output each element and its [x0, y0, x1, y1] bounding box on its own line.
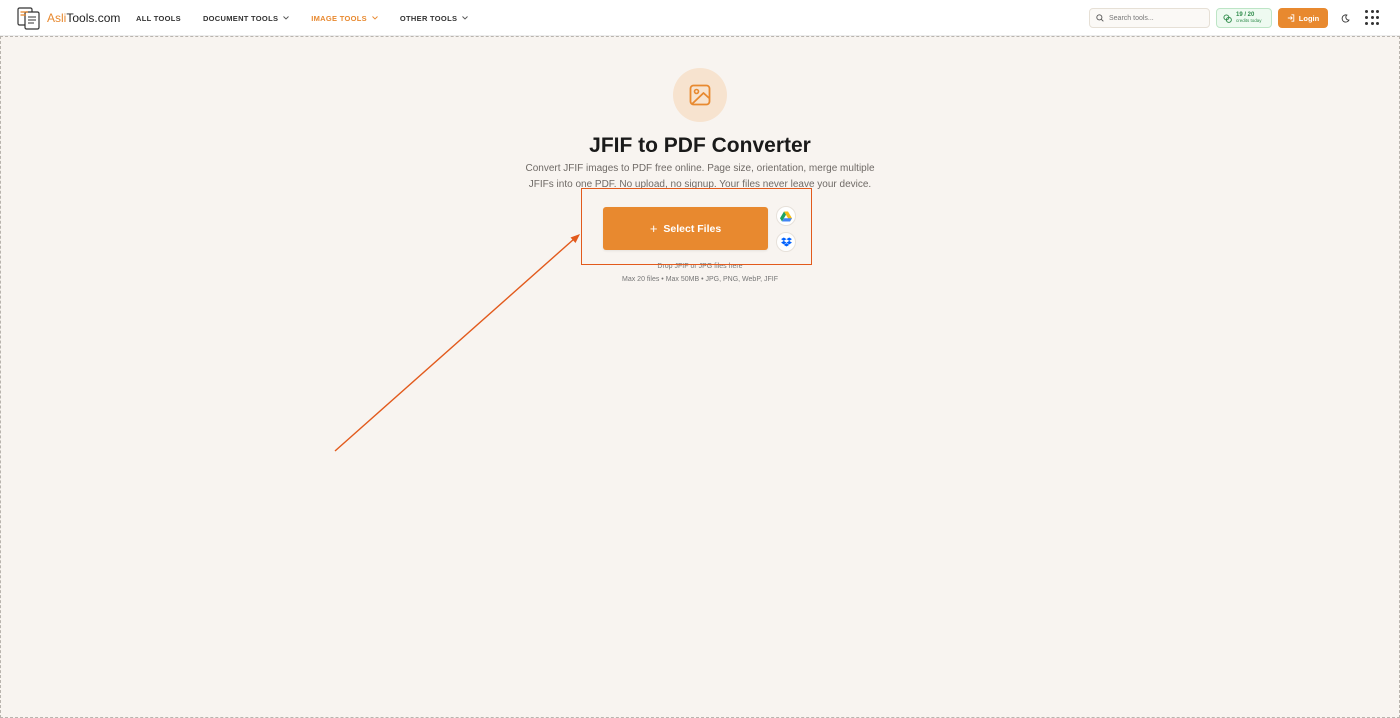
nav-all-tools-label: ALL TOOLS: [136, 13, 181, 23]
logo-text: AsliTools.com: [47, 11, 121, 25]
page-title: JFIF to PDF Converter: [589, 134, 811, 157]
chevron-down-icon: [372, 16, 378, 20]
hero-badge: [673, 68, 727, 122]
nav-image-tools[interactable]: IMAGE TOOLS: [311, 14, 378, 23]
chevron-down-icon: [283, 16, 290, 20]
top-navbar: AsliTools.com ALL TOOLS DOCUMENT TOOLS I…: [0, 0, 1400, 36]
login-icon: [1287, 14, 1295, 22]
upload-limits-text: Max 20 files • Max 50MB • JPG, PNG, WebP…: [622, 276, 778, 283]
annotation-highlight-box: [581, 188, 812, 265]
login-button[interactable]: Login: [1278, 8, 1328, 28]
credits-text: 19 / 20 credits today: [1236, 12, 1262, 24]
nav-image-tools-label: IMAGE TOOLS: [311, 13, 367, 23]
nav-other-tools[interactable]: OTHER TOOLS: [399, 13, 469, 23]
chevron-down-icon: [462, 16, 469, 20]
theme-toggle[interactable]: [1336, 9, 1354, 27]
moon-icon: [1341, 13, 1350, 23]
nav-other-tools-label: OTHER TOOLS: [399, 13, 458, 23]
grid-menu-icon[interactable]: [1365, 10, 1381, 26]
credits-badge[interactable]: 19 / 20 credits today: [1216, 8, 1272, 28]
site-logo[interactable]: AsliTools.com: [16, 6, 120, 30]
main-nav: ALL TOOLS DOCUMENT TOOLS IMAGE TOOLS OTH…: [136, 0, 490, 36]
search-input[interactable]: Search tools...: [1089, 8, 1210, 28]
coins-icon: [1223, 13, 1232, 23]
nav-document-tools[interactable]: DOCUMENT TOOLS: [202, 13, 290, 23]
nav-all-tools[interactable]: ALL TOOLS: [136, 14, 181, 23]
nav-document-tools-label: DOCUMENT TOOLS: [202, 13, 279, 23]
credits-caption: credits today: [1236, 18, 1262, 23]
login-label: Login: [1298, 13, 1320, 23]
image-icon: [689, 84, 711, 106]
search-placeholder: Search tools...: [1109, 14, 1154, 22]
document-stack-icon: [17, 7, 40, 30]
search-icon: [1096, 14, 1104, 22]
